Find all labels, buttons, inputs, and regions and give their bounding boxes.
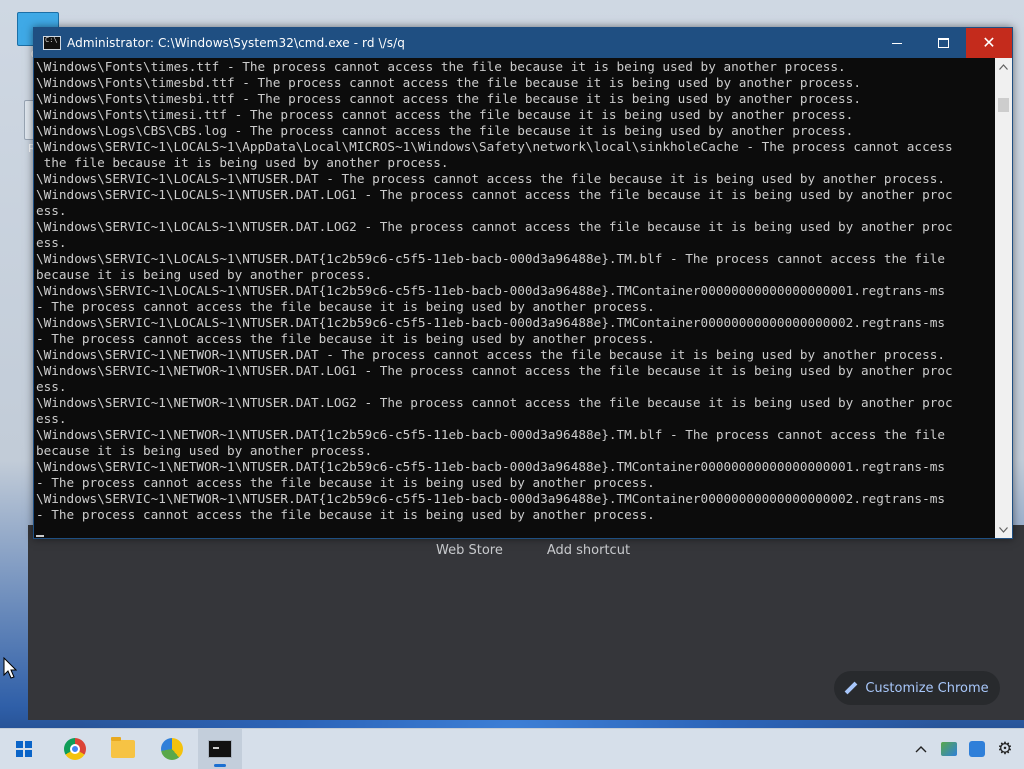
console-line: ess. xyxy=(36,379,67,394)
taskbar-cmd[interactable] xyxy=(198,729,242,769)
system-tray: ⚙ xyxy=(912,729,1014,769)
sync-icon[interactable] xyxy=(968,740,986,758)
shortcut-add-shortcut[interactable]: Add shortcut xyxy=(547,543,630,558)
chrome-icon xyxy=(64,738,86,760)
close-button[interactable]: ✕ xyxy=(966,28,1012,58)
console-line: \Windows\SERVIC~1\NETWOR~1\NTUSER.DAT - … xyxy=(36,347,945,362)
console-line: - The process cannot access the file bec… xyxy=(36,507,655,522)
console-line: \Windows\Fonts\timesbd.ttf - The process… xyxy=(36,75,861,90)
console-line: \Windows\SERVIC~1\LOCALS~1\NTUSER.DAT{1c… xyxy=(36,283,945,298)
vertical-scrollbar[interactable] xyxy=(995,58,1012,538)
console-line: \Windows\Fonts\timesbi.ttf - The process… xyxy=(36,91,861,106)
console-line: \Windows\SERVIC~1\NETWOR~1\NTUSER.DAT{1c… xyxy=(36,491,945,506)
taskbar-browser[interactable] xyxy=(150,729,194,769)
maximize-button[interactable] xyxy=(920,28,966,58)
prompt-line xyxy=(36,523,994,538)
customize-chrome-button[interactable]: Customize Chrome xyxy=(834,671,1000,705)
console-output[interactable]: \Windows\Fonts\times.ttf - The process c… xyxy=(34,58,994,538)
console-line: \Windows\Logs\CBS\CBS.log - The process … xyxy=(36,123,854,138)
scroll-up-button[interactable] xyxy=(995,58,1012,75)
taskbar-chrome[interactable] xyxy=(53,729,97,769)
console-line: \Windows\SERVIC~1\NETWOR~1\NTUSER.DAT.LO… xyxy=(36,395,953,410)
file-explorer-icon xyxy=(111,737,135,758)
show-hidden-icons-chevron-up-icon[interactable] xyxy=(912,740,930,758)
console-line: \Windows\SERVIC~1\NETWOR~1\NTUSER.DAT{1c… xyxy=(36,427,945,442)
console-line: \Windows\SERVIC~1\LOCALS~1\NTUSER.DAT{1c… xyxy=(36,315,945,330)
console-line: \Windows\Fonts\timesi.ttf - The process … xyxy=(36,107,854,122)
browser-icon xyxy=(161,738,183,760)
minimize-icon xyxy=(892,42,902,44)
console-line: - The process cannot access the file bec… xyxy=(36,475,655,490)
gear-icon[interactable]: ⚙ xyxy=(996,739,1014,759)
shortcut-web-store[interactable]: Web Store xyxy=(436,543,503,558)
console-line: - The process cannot access the file bec… xyxy=(36,331,655,346)
console-line: ess. xyxy=(36,411,67,426)
shortcut-row: Web Store Add shortcut xyxy=(436,543,630,558)
console-line: because it is being used by another proc… xyxy=(36,267,373,282)
start-button[interactable] xyxy=(2,729,46,769)
console-line: the file because it is being used by ano… xyxy=(36,155,449,170)
console-line: \Windows\SERVIC~1\LOCALS~1\NTUSER.DAT.LO… xyxy=(36,219,953,234)
cmd-app-icon xyxy=(43,36,61,50)
console-line: \Windows\SERVIC~1\LOCALS~1\NTUSER.DAT.LO… xyxy=(36,187,953,202)
taskbar: ⚙ xyxy=(0,728,1024,769)
pencil-icon xyxy=(845,682,857,694)
taskbar-file-explorer[interactable] xyxy=(101,729,145,769)
text-cursor xyxy=(36,535,44,537)
cmd-titlebar[interactable]: Administrator: C:\Windows\System32\cmd.e… xyxy=(34,28,1012,58)
console-line: ess. xyxy=(36,235,67,250)
cmd-icon xyxy=(208,740,232,758)
close-icon: ✕ xyxy=(982,33,996,52)
console-line: \Windows\SERVIC~1\NETWOR~1\NTUSER.DAT.LO… xyxy=(36,363,953,378)
window-title: Administrator: C:\Windows\System32\cmd.e… xyxy=(67,36,406,50)
customize-chrome-label: Customize Chrome xyxy=(865,680,989,696)
console-line: \Windows\SERVIC~1\LOCALS~1\AppData\Local… xyxy=(36,139,953,154)
maximize-icon xyxy=(937,38,949,48)
chevron-up-icon xyxy=(999,63,1008,70)
console-line: \Windows\SERVIC~1\NETWOR~1\NTUSER.DAT{1c… xyxy=(36,459,945,474)
cmd-window[interactable]: Administrator: C:\Windows\System32\cmd.e… xyxy=(33,27,1013,539)
scroll-down-button[interactable] xyxy=(995,521,1012,538)
chevron-down-icon xyxy=(999,526,1008,533)
console-line: because it is being used by another proc… xyxy=(36,443,373,458)
scroll-thumb[interactable] xyxy=(998,98,1009,112)
console-line: \Windows\SERVIC~1\LOCALS~1\NTUSER.DAT{1c… xyxy=(36,251,945,266)
mouse-pointer-icon xyxy=(3,656,18,683)
console-line: - The process cannot access the file bec… xyxy=(36,299,655,314)
console-line: \Windows\Fonts\times.ttf - The process c… xyxy=(36,59,846,74)
console-line: \Windows\SERVIC~1\LOCALS~1\NTUSER.DAT - … xyxy=(36,171,945,186)
windows-start-icon xyxy=(16,741,32,757)
console-line: ess. xyxy=(36,203,67,218)
minimize-button[interactable] xyxy=(874,28,920,58)
chrome-new-tab-window: Web Store Add shortcut Customize Chrome xyxy=(28,525,1024,720)
network-icon[interactable] xyxy=(940,740,958,758)
